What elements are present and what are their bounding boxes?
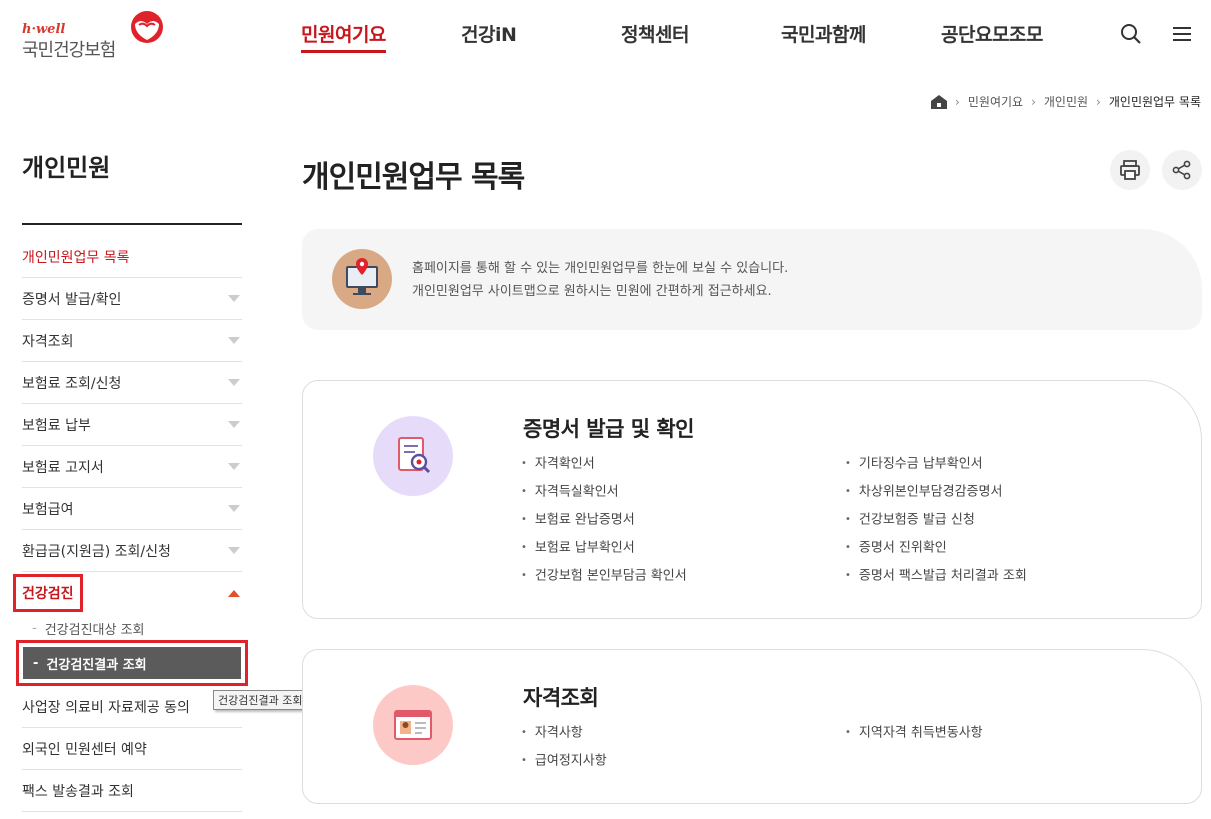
card-link[interactable]: 급여정지사항 [521,747,607,775]
gnb-minwon[interactable]: 민원여기요 [301,20,386,53]
collapse-arrow-icon [228,589,240,597]
sidebar-menu: 개인민원업무 목록 증명서 발급/확인 자격조회 보험료 조회/신청 보험료 납… [13,236,248,812]
card-link-list-right: 기타징수금 납부확인서 차상위본인부담경감증명서 건강보험증 발급 신청 증명서… [845,450,1027,590]
gnb-about[interactable]: 공단요모조모 [941,20,1043,47]
sidebar-subitem-label: 건강검진결과 조회 [46,657,147,673]
card-link-list-left: 자격사항 급여정지사항 [521,719,607,775]
sidebar-item-fax-result[interactable]: 팩스 발송결과 조회 [22,770,242,812]
menu-icon[interactable] [1170,22,1194,46]
home-icon[interactable] [931,94,948,109]
breadcrumb-item[interactable]: 개인민원 [1044,93,1088,110]
breadcrumb-current: 개인민원업무 목록 [1108,95,1201,109]
sidebar-item-label: 사업장 의료비 자료제공 동의 [22,699,190,716]
dash-icon: - [33,655,39,671]
sidebar-item-benefits[interactable]: 보험급여 [22,488,242,530]
print-icon [1120,160,1140,180]
breadcrumb: › 민원여기요 › 개인민원 › 개인민원업무 목록 [931,93,1201,110]
sidebar-subitem-checkup-target[interactable]: - 건강검진대상 조회 [22,614,242,642]
page-title: 개인민원업무 목록 [302,160,525,195]
share-icon [1172,160,1191,180]
sidebar-item-health-checkup[interactable]: 건강검진 [13,572,242,614]
expand-arrow-icon [228,379,240,386]
breadcrumb-separator: › [955,94,960,109]
info-text-line: 개인민원업무 사이트맵으로 원하시는 민원에 간편하게 접근하세요. [412,284,772,299]
sidebar-item-qualification[interactable]: 자격조회 [22,320,242,362]
card-link-list-right: 지역자격 취득변동사항 [845,719,983,747]
card-link[interactable]: 건강보험증 발급 신청 [845,506,1027,534]
sidebar-item-label: 보험급여 [22,501,74,518]
card-link-list-left: 자격확인서 자격득실확인서 보험료 완납증명서 보험료 납부확인서 건강보험 본… [521,450,687,590]
logo-hwell-text: h·well [22,22,66,37]
sidebar-item-certificate[interactable]: 증명서 발급/확인 [22,278,242,320]
sidebar-item-premium-inquiry[interactable]: 보험료 조회/신청 [22,362,242,404]
sidebar-item-label: 증명서 발급/확인 [22,291,122,308]
expand-arrow-icon [228,547,240,554]
info-text-line: 홈페이지를 통해 할 수 있는 개인민원업무를 한눈에 보실 수 있습니다. [412,261,789,276]
card-qualification: 자격조회 자격사항 급여정지사항 지역자격 취득변동사항 [302,649,1202,804]
sidebar-item-medical-consent[interactable]: 사업장 의료비 자료제공 동의 [22,686,242,728]
sidebar-item-premium-notice[interactable]: 보험료 고지서 [22,446,242,488]
sidebar-item-label: 환급금(지원금) 조회/신청 [22,543,171,560]
sidebar-item-label: 보험료 고지서 [22,459,104,476]
nhis-logo[interactable]: h·well 국민건강보험 [22,10,172,61]
dash-icon: - [32,620,37,636]
sidebar-item-label: 개인민원업무 목록 [22,249,130,266]
card-certificate: 증명서 발급 및 확인 자격확인서 자격득실확인서 보험료 완납증명서 보험료 … [302,380,1202,619]
card-link[interactable]: 자격확인서 [521,450,687,478]
sidebar-item-list[interactable]: 개인민원업무 목록 [22,236,242,278]
sidebar-divider [22,223,242,225]
sidebar-item-foreigner-reservation[interactable]: 외국인 민원센터 예약 [22,728,242,770]
share-button[interactable] [1162,150,1202,190]
sidebar-item-refund[interactable]: 환급금(지원금) 조회/신청 [22,530,242,572]
sidebar-subitem-label: 건강검진대상 조회 [44,622,145,638]
expand-arrow-icon [228,421,240,428]
card-link[interactable]: 지역자격 취득변동사항 [845,719,983,747]
breadcrumb-item[interactable]: 민원여기요 [968,93,1023,110]
info-box: 홈페이지를 통해 할 수 있는 개인민원업무를 한눈에 보실 수 있습니다. 개… [302,229,1202,330]
sidebar-item-label: 자격조회 [22,333,74,350]
logo-mark-icon [131,11,163,43]
search-icon[interactable] [1119,22,1143,46]
card-link[interactable]: 보험료 납부확인서 [521,534,687,562]
card-link[interactable]: 차상위본인부담경감증명서 [845,478,1027,506]
sidebar-item-label: 보험료 납부 [22,417,91,434]
breadcrumb-separator: › [1096,94,1101,109]
card-link[interactable]: 증명서 팩스발급 처리결과 조회 [845,562,1027,590]
logo-name-text: 국민건강보험 [22,40,116,61]
card-link[interactable]: 보험료 완납증명서 [521,506,687,534]
expand-arrow-icon [228,295,240,302]
gnb-policy[interactable]: 정책센터 [621,20,689,47]
sidebar-item-label: 건강검진 [13,574,83,612]
computer-location-icon [332,249,392,309]
card-link[interactable]: 증명서 진위확인 [845,534,1027,562]
gnb-health-in[interactable]: 건강iN [461,20,517,47]
sidebar-title: 개인민원 [22,154,111,182]
sidebar-item-label: 팩스 발송결과 조회 [22,783,134,800]
expand-arrow-icon [228,337,240,344]
expand-arrow-icon [228,463,240,470]
sidebar-item-label: 보험료 조회/신청 [22,375,122,392]
print-button[interactable] [1110,150,1150,190]
sidebar-subitem-checkup-result[interactable]: - 건강검진결과 조회 [16,640,248,686]
sidebar-item-premium-payment[interactable]: 보험료 납부 [22,404,242,446]
gnb-with-people[interactable]: 국민과함께 [781,20,866,47]
card-title: 증명서 발급 및 확인 [523,417,695,441]
card-link[interactable]: 자격사항 [521,719,607,747]
certificate-icon [373,416,453,496]
breadcrumb-separator: › [1031,94,1036,109]
sidebar-item-label: 외국인 민원센터 예약 [22,741,147,758]
card-title: 자격조회 [523,686,599,710]
card-link[interactable]: 자격득실확인서 [521,478,687,506]
expand-arrow-icon [228,505,240,512]
hover-tooltip: 건강검진결과 조회 [213,690,308,710]
card-link[interactable]: 기타징수금 납부확인서 [845,450,1027,478]
card-link[interactable]: 건강보험 본인부담금 확인서 [521,562,687,590]
id-card-icon [373,685,453,765]
